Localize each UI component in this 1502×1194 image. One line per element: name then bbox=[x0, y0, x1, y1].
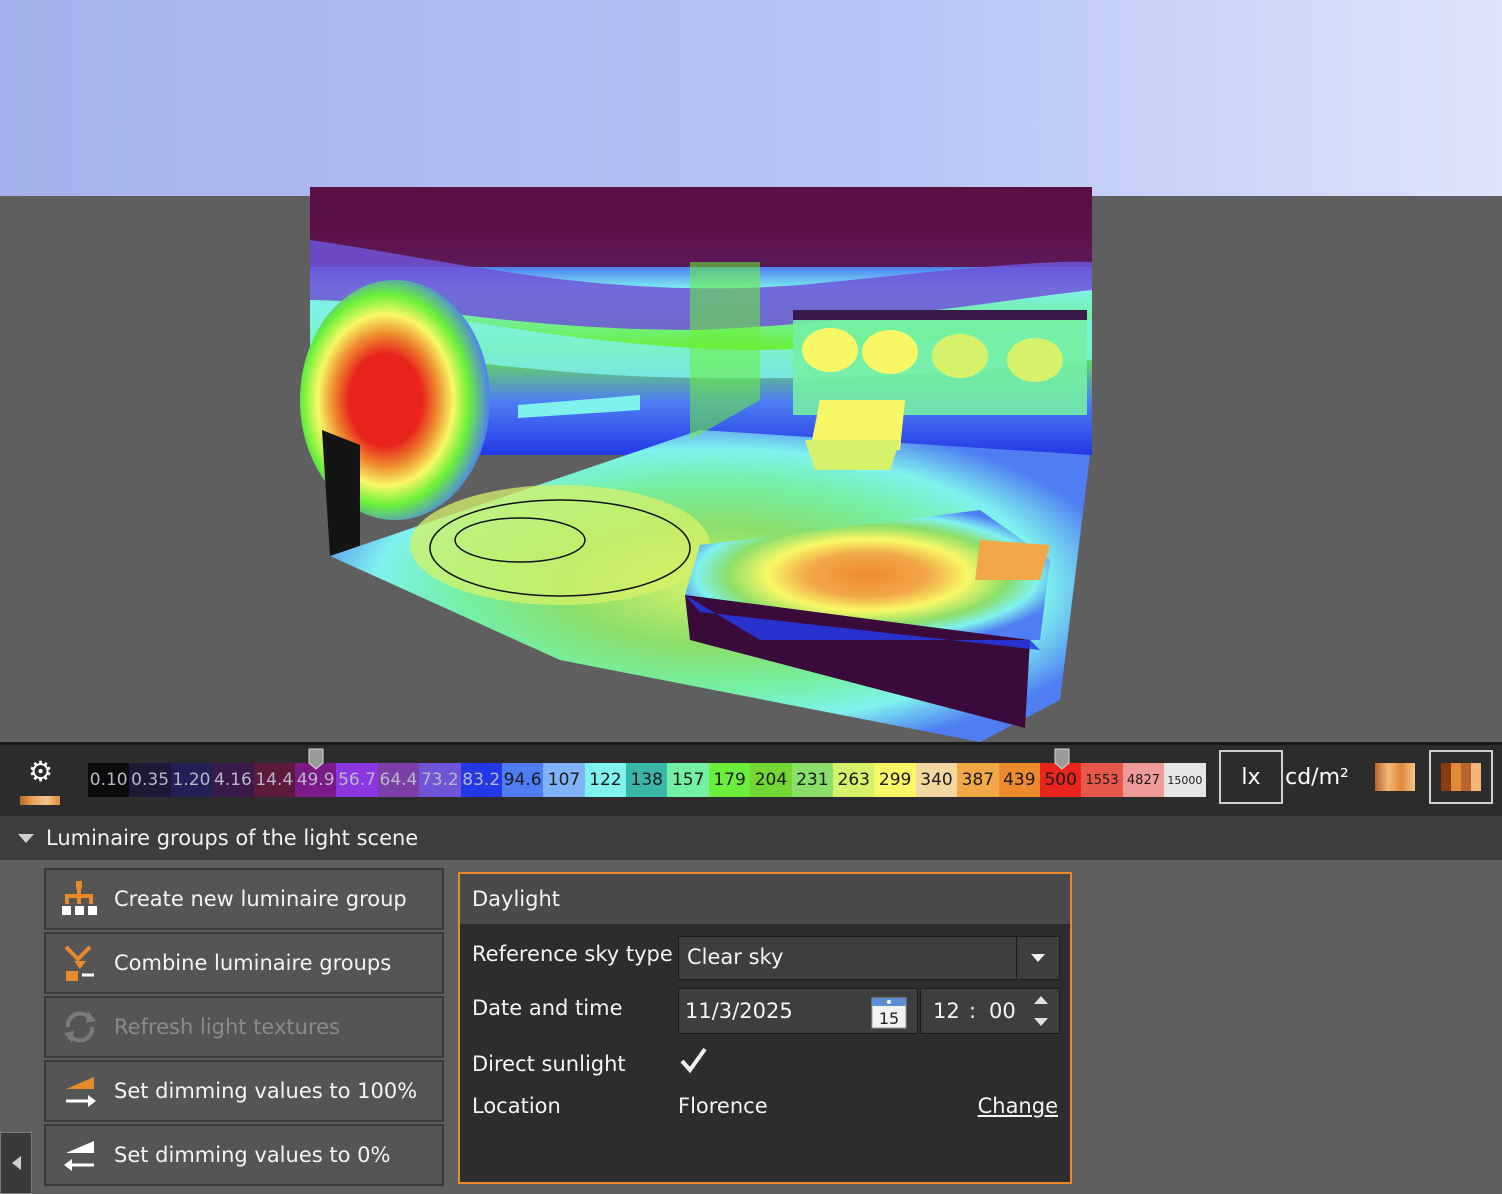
scale-cell: 340 bbox=[915, 763, 958, 797]
location-value: Florence bbox=[678, 1094, 768, 1118]
scale-cell: 64.4 bbox=[377, 763, 420, 797]
calendar-day-text: 15 bbox=[879, 1009, 899, 1028]
falsecolor-scale-bar: ⚙ 0.10 0.35 1.20 4.16 14.4 49.9 56.7 64.4 73.2 83… bbox=[0, 742, 1502, 817]
action-label: Combine luminaire groups bbox=[114, 951, 392, 975]
chevron-left-icon bbox=[11, 1156, 21, 1170]
scale-cell: 4.16 bbox=[212, 763, 254, 797]
action-label: Set dimming values to 0% bbox=[114, 1143, 391, 1167]
scale-cell: 73.2 bbox=[419, 763, 461, 797]
gradient-swatch-icon bbox=[1375, 763, 1415, 791]
unit-lux-button[interactable]: lx bbox=[1219, 750, 1283, 804]
scale-settings-button[interactable]: ⚙ bbox=[18, 755, 64, 805]
scale-cell: 107 bbox=[543, 763, 585, 797]
refresh-icon bbox=[58, 1007, 102, 1047]
sky-background bbox=[0, 0, 1502, 196]
panel-title: Luminaire groups of the light scene bbox=[46, 826, 419, 850]
time-input[interactable]: 12 : 00 bbox=[920, 988, 1060, 1034]
scale-cell: 439 bbox=[998, 763, 1040, 797]
dim-down-icon bbox=[58, 1135, 102, 1175]
dim-up-icon bbox=[58, 1071, 102, 1111]
collapse-side-panel-button[interactable] bbox=[0, 1132, 32, 1194]
combine-icon bbox=[58, 943, 102, 983]
location-label: Location bbox=[472, 1094, 561, 1118]
color-scheme-stepped-button[interactable] bbox=[1429, 750, 1493, 804]
gear-icon: ⚙ bbox=[28, 755, 54, 788]
set-dimming-100-button[interactable]: Set dimming values to 100% bbox=[44, 1060, 444, 1122]
action-label: Refresh light textures bbox=[114, 1015, 340, 1039]
scale-cell: 0.35 bbox=[129, 763, 171, 797]
color-strip-icon bbox=[20, 796, 60, 805]
daylight-title: Daylight bbox=[460, 874, 1070, 924]
scale-cell: 204 bbox=[750, 763, 792, 797]
date-time-label: Date and time bbox=[472, 996, 623, 1020]
high-threshold-handle[interactable] bbox=[1054, 748, 1070, 770]
sky-type-label: Reference sky type bbox=[472, 942, 673, 966]
time-separator: : bbox=[969, 999, 977, 1023]
stepped-swatch-icon bbox=[1441, 763, 1481, 791]
luminaire-groups-header[interactable]: Luminaire groups of the light scene bbox=[0, 816, 1502, 860]
scale-cell: 83.2 bbox=[460, 763, 502, 797]
scale-cell: 56.7 bbox=[336, 763, 378, 797]
time-hour[interactable]: 12 bbox=[933, 999, 960, 1023]
time-spinner bbox=[1023, 989, 1059, 1033]
scale-cell: 263 bbox=[833, 763, 875, 797]
scale-cell: 122 bbox=[584, 763, 627, 797]
time-minute[interactable]: 00 bbox=[989, 999, 1016, 1023]
date-input[interactable]: 11/3/2025 15 bbox=[678, 988, 918, 1034]
scale-cell: 157 bbox=[667, 763, 709, 797]
checkmark-icon bbox=[680, 1047, 707, 1074]
scale-cell: 231 bbox=[791, 763, 834, 797]
scale-cell: 14.4 bbox=[253, 763, 295, 797]
hierarchy-icon bbox=[58, 879, 102, 919]
daylight-panel: Daylight Reference sky type Clear sky Da… bbox=[458, 872, 1072, 1184]
color-scheme-gradient-button[interactable] bbox=[1363, 750, 1427, 804]
date-value: 11/3/2025 bbox=[685, 999, 793, 1023]
set-dimming-0-button[interactable]: Set dimming values to 0% bbox=[44, 1124, 444, 1186]
scale-cell: 94.6 bbox=[501, 763, 544, 797]
direct-sunlight-checkbox[interactable] bbox=[678, 1046, 708, 1076]
decrement-arrow-icon[interactable] bbox=[1023, 1011, 1059, 1033]
scale-cell: 4827 bbox=[1122, 763, 1165, 797]
sky-type-value: Clear sky bbox=[687, 945, 784, 969]
combine-luminaire-groups-button[interactable]: Combine luminaire groups bbox=[44, 932, 444, 994]
scale-cell: 0.10 bbox=[88, 763, 130, 797]
sky-type-select[interactable]: Clear sky bbox=[678, 936, 1060, 980]
scale-cell: 138 bbox=[626, 763, 668, 797]
refresh-light-textures-button[interactable]: Refresh light textures bbox=[44, 996, 444, 1058]
scale-cell: 1553 bbox=[1081, 763, 1123, 797]
scale-cell: 1.20 bbox=[170, 763, 213, 797]
increment-arrow-icon[interactable] bbox=[1023, 989, 1059, 1011]
scale-cell: 179 bbox=[708, 763, 751, 797]
dropdown-arrow-icon[interactable] bbox=[1016, 937, 1059, 979]
action-label: Set dimming values to 100% bbox=[114, 1079, 418, 1103]
scale-cell: 299 bbox=[874, 763, 916, 797]
3d-viewport[interactable] bbox=[0, 0, 1502, 742]
action-label: Create new luminaire group bbox=[114, 887, 407, 911]
calendar-icon[interactable]: 15 bbox=[871, 995, 907, 1029]
unit-luminance-button[interactable]: cd/m² bbox=[1285, 750, 1349, 804]
change-location-link[interactable]: Change bbox=[978, 1094, 1058, 1118]
scale-cell: 15000 bbox=[1164, 763, 1206, 797]
scale-cells: 0.10 0.35 1.20 4.16 14.4 49.9 56.7 64.4 73.2 83.2… bbox=[88, 763, 1206, 797]
direct-sunlight-label: Direct sunlight bbox=[472, 1052, 626, 1076]
low-threshold-handle[interactable] bbox=[308, 748, 324, 770]
create-luminaire-group-button[interactable]: Create new luminaire group bbox=[44, 868, 444, 930]
collapse-triangle-icon bbox=[18, 833, 34, 843]
scale-cell: 387 bbox=[957, 763, 999, 797]
false-color-room-render[interactable] bbox=[0, 0, 1502, 742]
